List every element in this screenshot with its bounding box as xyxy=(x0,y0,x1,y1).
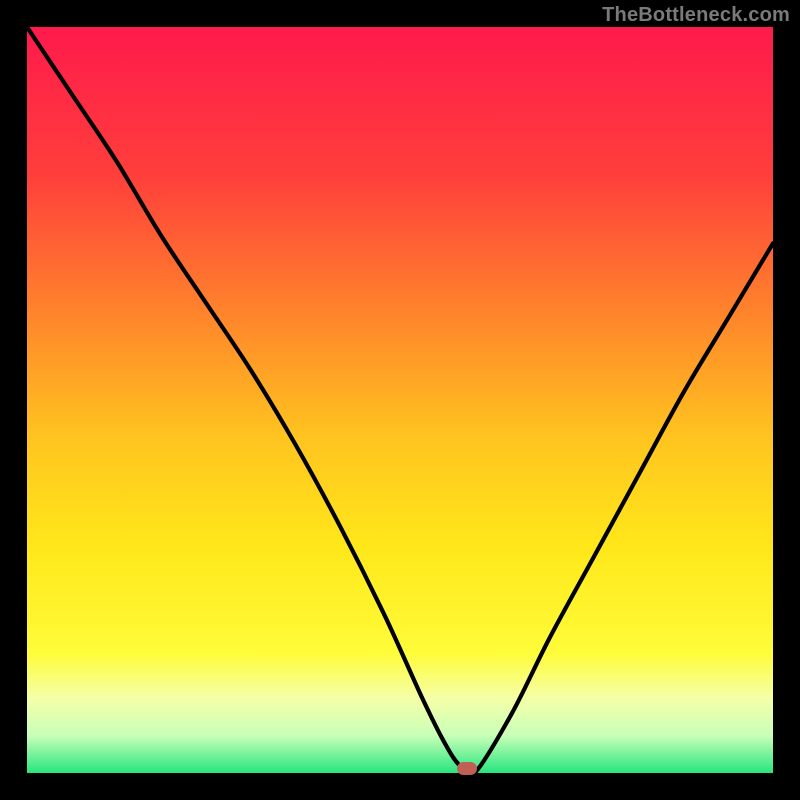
chart-frame: TheBottleneck.com xyxy=(0,0,800,800)
watermark-text: TheBottleneck.com xyxy=(602,4,790,27)
optimum-marker xyxy=(457,762,477,775)
plot-area xyxy=(27,27,773,773)
